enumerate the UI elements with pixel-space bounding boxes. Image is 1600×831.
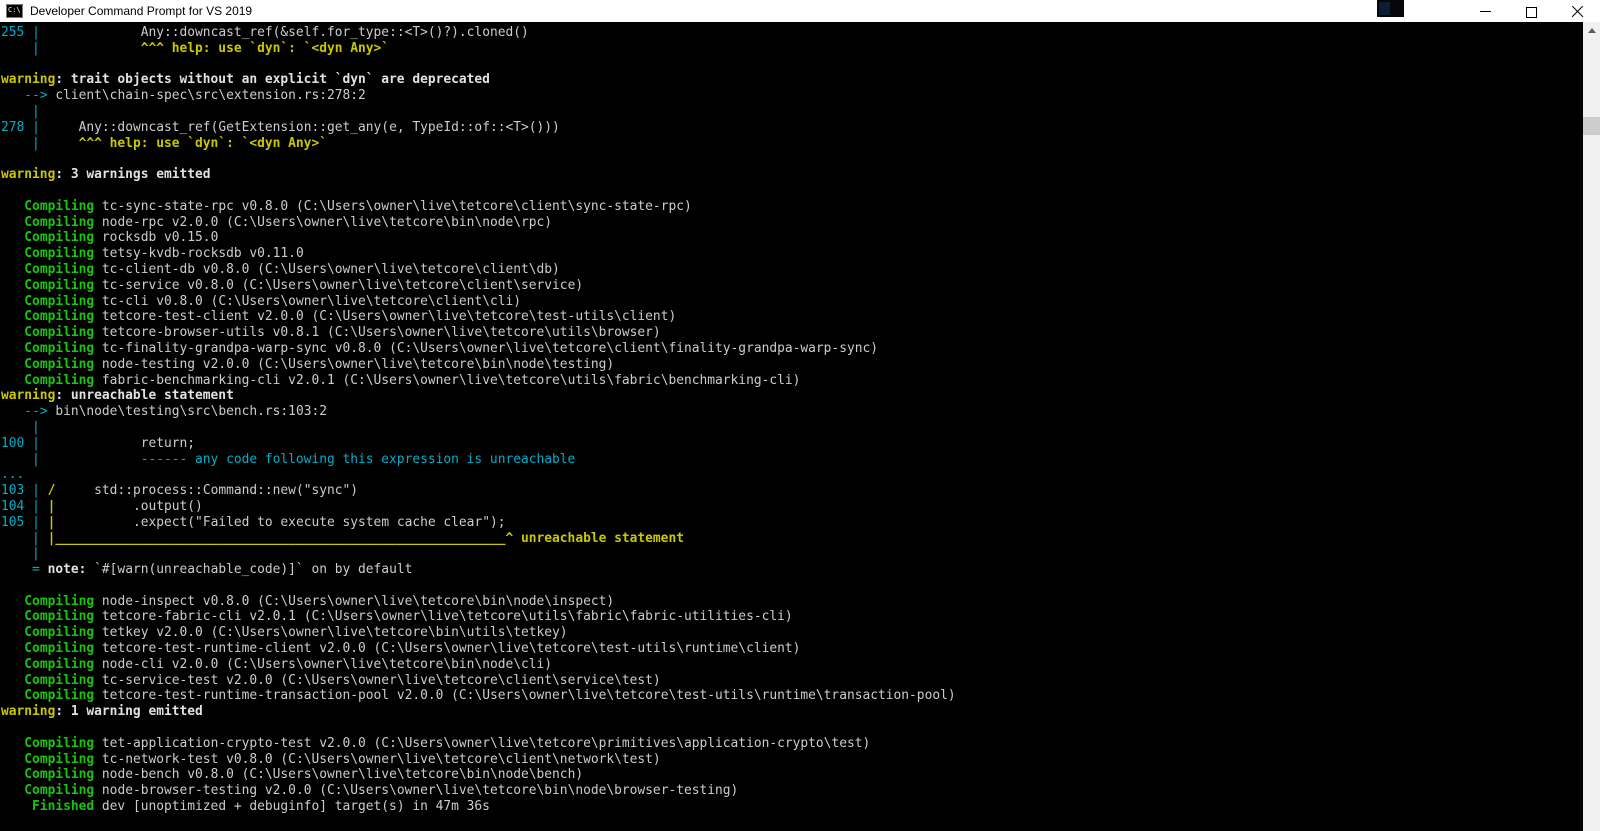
terminal-line: Compiling node-testing v2.0.0 (C:\Users\… <box>24 356 615 372</box>
terminal-line: | <box>1 103 40 119</box>
terminal-line: --> bin\node\testing\src\bench.rs:103:2 <box>24 404 327 420</box>
window-controls <box>1462 0 1600 22</box>
title-bar: C:\ Developer Command Prompt for VS 2019 <box>0 0 1600 22</box>
terminal-line: 104 | | .output() <box>1 498 203 514</box>
terminal-line: Compiling rocksdb v0.15.0 <box>24 230 219 246</box>
console-icon: C:\ <box>6 4 23 18</box>
terminal-line: Compiling node-rpc v2.0.0 (C:\Users\owne… <box>24 214 553 230</box>
terminal-line: Compiling tc-service-test v2.0.0 (C:\Use… <box>24 672 661 688</box>
terminal-output: 255 | Any::downcast_ref(&self.for_type::… <box>0 22 1583 815</box>
terminal-line: Compiling tc-network-test v0.8.0 (C:\Use… <box>24 751 661 767</box>
terminal-line: warning: 1 warning emitted <box>1 704 203 720</box>
restore-icon <box>1525 3 1539 18</box>
terminal-line: Compiling tc-cli v0.8.0 (C:\Users\owner\… <box>24 293 522 309</box>
terminal-line: Compiling tc-client-db v0.8.0 (C:\Users\… <box>24 261 560 277</box>
terminal-line: Compiling tetkey v2.0.0 (C:\Users\owner\… <box>24 625 568 641</box>
vertical-scrollbar[interactable] <box>1583 22 1600 831</box>
console-viewport[interactable]: 255 | Any::downcast_ref(&self.for_type::… <box>0 22 1583 831</box>
terminal-line: | ------ any code following this express… <box>1 451 576 467</box>
terminal-line: Compiling tetsy-kvdb-rocksdb v0.11.0 <box>24 246 304 262</box>
close-icon <box>1571 5 1584 18</box>
terminal-line: 105 | | .expect("Failed to execute syste… <box>1 514 506 530</box>
terminal-line: Compiling tetcore-test-client v2.0.0 (C:… <box>24 309 677 325</box>
terminal-line: ... <box>1 467 25 483</box>
terminal-line: 103 | / std::process::Command::new("sync… <box>1 483 359 499</box>
terminal-line: --> client\chain-spec\src\extension.rs:2… <box>24 88 366 104</box>
terminal-line: Compiling tet-application-crypto-test v2… <box>24 735 871 751</box>
terminal-line: | |_____________________________________… <box>1 530 684 546</box>
terminal-line: Compiling node-inspect v0.8.0 (C:\Users\… <box>24 593 615 609</box>
terminal-line: warning: trait objects without an explic… <box>1 72 490 88</box>
terminal-line: | ^^^ help: use `dyn`: `<dyn Any>` <box>1 135 327 151</box>
terminal-line: | <box>1 546 40 562</box>
terminal-line: 255 | Any::downcast_ref(&self.for_type::… <box>1 25 529 40</box>
minimize-button[interactable] <box>1462 0 1508 22</box>
terminal-line: Compiling tc-finality-grandpa-warp-sync … <box>24 340 878 356</box>
terminal-line: Compiling node-cli v2.0.0 (C:\Users\owne… <box>24 656 553 672</box>
terminal-line: Compiling tetcore-browser-utils v0.8.1 (… <box>24 325 661 341</box>
terminal-line: Compiling node-browser-testing v2.0.0 (C… <box>24 783 739 799</box>
scroll-up-button[interactable] <box>1583 22 1600 39</box>
terminal-line: Compiling tetcore-test-runtime-client v2… <box>24 641 801 657</box>
terminal-line: 278 | Any::downcast_ref(GetExtension::ge… <box>1 119 560 135</box>
terminal-line: Compiling tetcore-fabric-cli v2.0.1 (C:\… <box>24 609 793 625</box>
close-button[interactable] <box>1554 0 1600 22</box>
terminal-line: warning: 3 warnings emitted <box>1 167 211 183</box>
terminal-line: 100 | return; <box>1 435 196 451</box>
terminal-line: Finished dev [unoptimized + debuginfo] t… <box>32 799 490 815</box>
terminal-line: = note: `#[warn(unreachable_code)]` on b… <box>1 562 413 578</box>
terminal-line: | ^^^ help: use `dyn`: `<dyn Any>` <box>1 40 390 56</box>
terminal-line: | <box>1 419 40 435</box>
console-window: C:\ Developer Command Prompt for VS 2019… <box>0 0 1600 831</box>
restore-button[interactable] <box>1508 0 1554 22</box>
terminal-line: Compiling fabric-benchmarking-cli v2.0.1… <box>24 372 801 388</box>
scrollbar-thumb[interactable] <box>1583 117 1600 135</box>
terminal-line: warning: unreachable statement <box>1 388 234 404</box>
terminal-line: Compiling node-bench v0.8.0 (C:\Users\ow… <box>24 767 584 783</box>
minimize-icon <box>1479 10 1491 12</box>
titlebar-artifact <box>1377 0 1404 17</box>
window-title: Developer Command Prompt for VS 2019 <box>30 4 253 18</box>
terminal-line: Compiling tc-service v0.8.0 (C:\Users\ow… <box>24 277 584 293</box>
terminal-line: Compiling tetcore-test-runtime-transacti… <box>24 688 956 704</box>
terminal-line: Compiling tc-sync-state-rpc v0.8.0 (C:\U… <box>24 198 692 214</box>
scroll-up-icon <box>1587 28 1596 33</box>
